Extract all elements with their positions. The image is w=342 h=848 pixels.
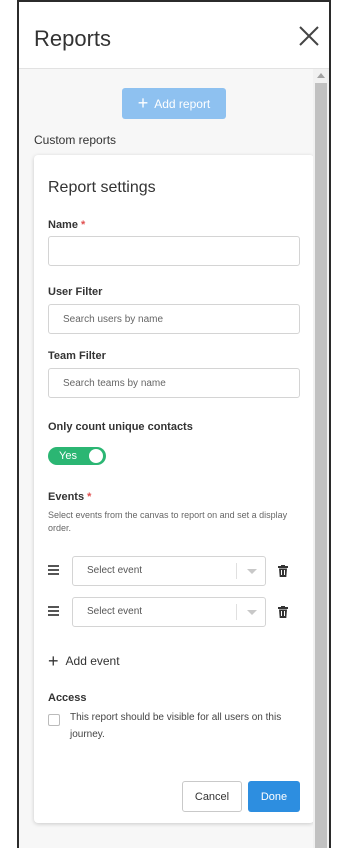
user-filter-input[interactable] bbox=[48, 304, 300, 334]
required-mark: * bbox=[81, 219, 86, 231]
trash-icon[interactable] bbox=[278, 564, 288, 577]
panel-content: + Add report Custom reports Report setti… bbox=[19, 69, 329, 848]
panel-header: Reports bbox=[19, 2, 329, 69]
plus-icon: + bbox=[48, 651, 59, 671]
unique-contacts-toggle[interactable]: Yes bbox=[48, 447, 106, 465]
scrollbar-thumb[interactable] bbox=[315, 83, 327, 848]
event-row: Select event bbox=[48, 556, 304, 586]
access-checkbox[interactable] bbox=[48, 714, 60, 726]
add-report-label: Add report bbox=[154, 96, 211, 111]
event-row: Select event bbox=[48, 597, 304, 627]
event-select-placeholder: Select event bbox=[87, 565, 143, 576]
close-icon[interactable] bbox=[297, 24, 321, 48]
event-select-placeholder: Select event bbox=[87, 606, 143, 617]
chevron-down-icon bbox=[247, 610, 257, 615]
scrollbar[interactable] bbox=[313, 69, 329, 848]
events-help-text: Select events from the canvas to report … bbox=[48, 510, 288, 533]
select-separator bbox=[236, 563, 237, 579]
page-title: Reports bbox=[34, 26, 112, 51]
access-checkbox-label: This report should be visible for all us… bbox=[70, 712, 282, 740]
card-title: Report settings bbox=[48, 179, 156, 196]
add-event-label: Add event bbox=[65, 654, 120, 668]
unique-contacts-label: Only count unique contacts bbox=[48, 421, 193, 433]
user-filter-label: User Filter bbox=[48, 286, 103, 298]
name-input[interactable] bbox=[48, 236, 300, 266]
report-settings-card: Report settings Name * User Filter Team … bbox=[34, 155, 314, 823]
custom-reports-label: Custom reports bbox=[34, 133, 117, 147]
toggle-label: Yes bbox=[59, 450, 77, 462]
reports-panel: Reports + Add report Custom reports Repo… bbox=[17, 0, 331, 848]
toggle-knob bbox=[89, 449, 103, 463]
name-label: Name * bbox=[48, 219, 85, 231]
team-filter-label: Team Filter bbox=[48, 350, 106, 362]
done-button[interactable]: Done bbox=[248, 781, 300, 812]
events-label-text: Events bbox=[48, 491, 85, 503]
plus-icon: + bbox=[137, 92, 149, 113]
name-label-text: Name bbox=[48, 219, 78, 231]
access-label: Access bbox=[48, 692, 87, 704]
event-select[interactable]: Select event bbox=[72, 597, 266, 627]
add-report-button[interactable]: + Add report bbox=[122, 88, 226, 119]
team-filter-input[interactable] bbox=[48, 368, 300, 398]
chevron-down-icon bbox=[247, 569, 257, 574]
event-select[interactable]: Select event bbox=[72, 556, 266, 586]
select-separator bbox=[236, 604, 237, 620]
trash-icon[interactable] bbox=[278, 605, 288, 618]
required-mark: * bbox=[87, 491, 92, 503]
add-event-button[interactable]: + Add event bbox=[48, 652, 120, 670]
cancel-button[interactable]: Cancel bbox=[182, 781, 242, 812]
drag-handle-icon[interactable] bbox=[48, 606, 59, 616]
scroll-up-icon[interactable] bbox=[317, 73, 325, 78]
events-label: Events * bbox=[48, 491, 91, 503]
drag-handle-icon[interactable] bbox=[48, 565, 59, 575]
